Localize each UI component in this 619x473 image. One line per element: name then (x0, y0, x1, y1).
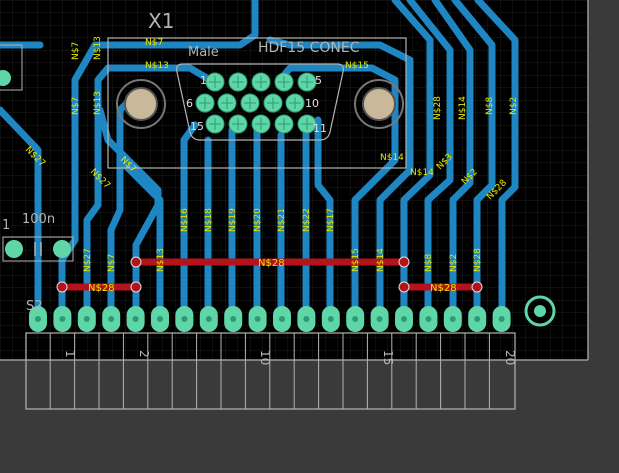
header-pad-hole (474, 316, 481, 322)
bus-label: N$28 (258, 258, 285, 269)
net-label: N$27 (83, 248, 93, 272)
net-label: N$20 (253, 208, 263, 232)
net-label: N$8 (424, 254, 434, 272)
header-pad-hole (59, 316, 66, 322)
header-pad-hole (205, 316, 212, 322)
header-pin-number: 10 (258, 350, 272, 365)
mount-hole-right-inner (362, 87, 396, 121)
component-name: X1 (148, 9, 174, 33)
net-label: N$28 (433, 96, 443, 120)
net-label: N$7 (107, 254, 117, 272)
pin-label-6: 6 (186, 97, 193, 110)
header-pin-number: 20 (503, 350, 517, 365)
header-pad-hole (425, 316, 432, 322)
net-label: N$2 (509, 97, 519, 115)
net-label: N$13 (93, 91, 103, 115)
connector-pads (195, 72, 317, 134)
net-label: N$13 (156, 248, 166, 272)
header-pad-hole (352, 316, 359, 322)
header-pad-hole (83, 316, 90, 322)
pin-label-5: 5 (315, 74, 322, 87)
header-pad-hole (303, 316, 310, 322)
capacitor-pad (5, 240, 23, 258)
net-label: N$14 (376, 248, 386, 272)
net-label: N$17 (326, 208, 336, 232)
header-pad-hole (35, 316, 41, 322)
header-ref: S2 (26, 299, 43, 314)
header-pad-hole (449, 316, 456, 322)
bus-label: N$28 (430, 283, 457, 294)
net-label: N$21 (277, 208, 287, 232)
header-pin-number: 15 (381, 350, 395, 365)
mount-hole-left-inner (124, 87, 158, 121)
pin-label-10: 10 (305, 97, 319, 110)
header-pad-hole (327, 316, 334, 322)
capacitor-pad (53, 240, 71, 258)
header-pad-hole (181, 316, 188, 322)
pcb-board-view[interactable]: 1 2 10 15 20 X1 Male HDF15 CONEC 1 5 6 10 15… (0, 0, 619, 473)
header-pin-number: 2 (137, 350, 151, 358)
header-pin-number: 1 (63, 350, 77, 358)
net-label: N$28 (473, 248, 483, 272)
net-label: N$2 (449, 254, 459, 272)
net-label: N$7 (145, 38, 163, 48)
net-label: N$7 (71, 42, 81, 60)
pin-label-11: 11 (313, 122, 327, 135)
header-pad-hole (376, 316, 383, 322)
header-pad-hole (157, 316, 163, 322)
header-pad-hole (279, 316, 285, 322)
net-label: N$8 (485, 97, 495, 115)
component-gender: Male (188, 45, 219, 60)
net-label: N$14 (380, 153, 404, 163)
net-label: N$7 (71, 97, 81, 115)
header-pad-hole (254, 316, 261, 322)
net-label: N$15 (345, 61, 369, 71)
header-pad-hole (108, 316, 115, 322)
net-label: N$16 (180, 208, 190, 232)
net-label: N$14 (458, 96, 468, 120)
net-label: N$13 (145, 61, 169, 71)
header-pad-hole (401, 316, 407, 322)
net-label: N$22 (302, 208, 312, 232)
net-label: N$13 (93, 36, 103, 60)
capacitor-index: 1 (2, 218, 10, 233)
capacitor-value: 100n (22, 212, 55, 227)
net-label: N$18 (204, 208, 214, 232)
net-label: N$19 (228, 208, 238, 232)
mount-pad-right-center (534, 305, 546, 317)
header-pad-hole (230, 316, 237, 322)
net-label: N$14 (410, 168, 434, 178)
header-pad-hole (498, 316, 505, 322)
bus-label: N$28 (88, 283, 115, 294)
pin-label-15: 15 (190, 120, 204, 133)
pin-label-1: 1 (200, 74, 207, 87)
header-pad-hole (132, 316, 139, 322)
component-package: HDF15 CONEC (258, 40, 360, 56)
net-label: N$15 (351, 248, 361, 272)
